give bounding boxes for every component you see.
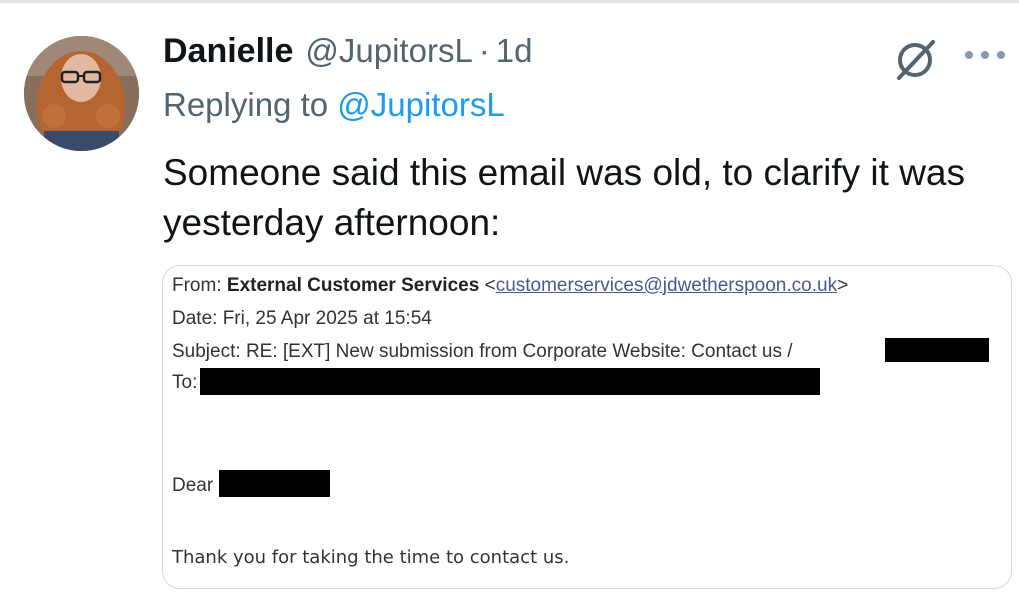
greeting-redaction [219, 470, 330, 497]
replying-to: Replying to @JupitorsL [163, 86, 505, 124]
subject-value: RE: [EXT] New submission from Corporate … [245, 341, 793, 362]
email-date-line: Date: Fri, 25 Apr 2025 at 15:54 [172, 308, 432, 330]
date-label: Date: [172, 308, 218, 329]
more-dot [965, 51, 973, 59]
email-subject-line: Subject: RE: [EXT] New submission from C… [172, 341, 793, 363]
replying-handle-link[interactable]: @JupitorsL [337, 86, 504, 123]
email-body-line: Thank you for taking the time to contact… [172, 547, 570, 568]
avatar-image [24, 36, 139, 151]
avatar[interactable] [24, 36, 139, 151]
more-dot [997, 51, 1005, 59]
top-divider [0, 0, 1019, 3]
email-greeting-line: Dear [172, 475, 213, 497]
replying-prefix: Replying to [163, 86, 329, 123]
from-lt: < [484, 275, 496, 296]
to-redaction [200, 368, 820, 395]
from-label: From: [172, 275, 222, 296]
subject-redaction [885, 338, 989, 362]
tweet-text: Someone said this email was old, to clar… [163, 152, 966, 243]
greeting: Dear [172, 475, 214, 496]
more-dot [981, 51, 989, 59]
to-label: To: [172, 372, 198, 393]
tweet-time[interactable]: 1d [496, 32, 533, 70]
grok-icon[interactable] [893, 36, 939, 82]
from-name: External Customer Services [226, 275, 480, 296]
from-gt: > [837, 275, 849, 296]
more-icon[interactable] [965, 48, 1005, 62]
email-image[interactable]: From: External Customer Services <custom… [162, 265, 1012, 589]
tweet-header: Danielle @JupitorsL · 1d [163, 32, 533, 76]
author-handle[interactable]: @JupitorsL [305, 32, 472, 70]
date-value: Fri, 25 Apr 2025 at 15:54 [222, 308, 432, 329]
email-to-line: To: [172, 372, 197, 394]
author-name[interactable]: Danielle [163, 32, 293, 71]
subject-label: Subject: [172, 341, 241, 362]
email-from-line: From: External Customer Services <custom… [172, 275, 848, 297]
header-separator: · [478, 32, 490, 69]
from-address-link[interactable]: customerservices@jdwetherspoon.co.uk [496, 275, 837, 296]
